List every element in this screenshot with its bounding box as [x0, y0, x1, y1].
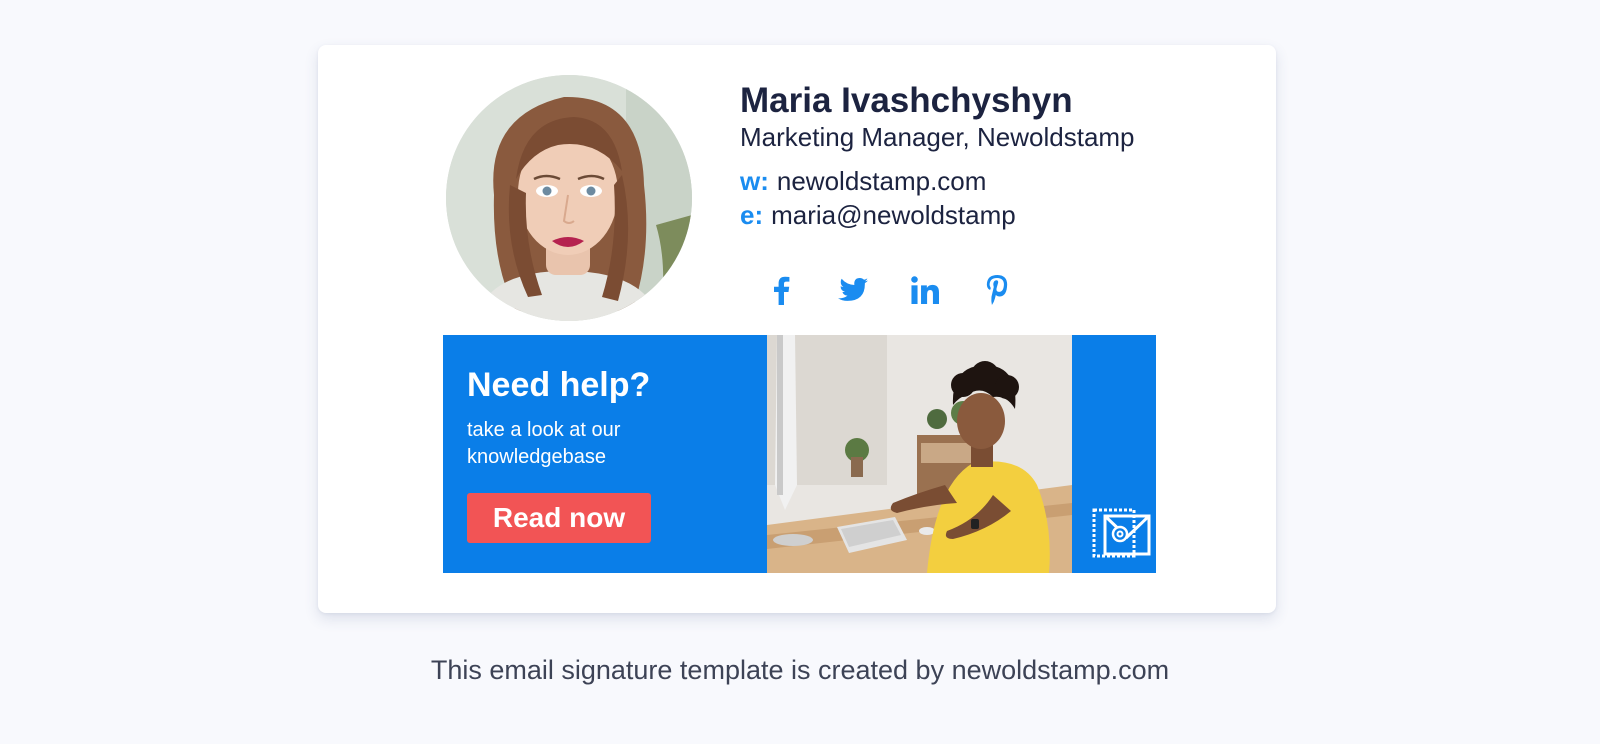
signature-job-title: Marketing Manager, Newoldstamp — [740, 122, 1135, 152]
website-link[interactable]: newoldstamp.com — [777, 166, 987, 196]
pinterest-icon[interactable] — [980, 273, 1014, 307]
banner-subtitle: take a look at our knowledgebase — [467, 419, 621, 468]
email-link[interactable]: maria@newoldstamp — [771, 200, 1016, 230]
signature-card: Maria Ivashchyshyn Marketing Manager, Ne… — [318, 45, 1276, 613]
social-links — [764, 273, 1014, 309]
email-label: e: — [740, 200, 764, 230]
facebook-icon[interactable] — [764, 273, 798, 307]
read-now-button[interactable]: Read now — [467, 493, 651, 543]
promo-banner: Need help? take a look at our knowledgeb… — [443, 335, 1156, 573]
avatar-photo — [446, 75, 692, 321]
banner-photo — [767, 335, 1072, 573]
website-row: w: newoldstamp.com — [740, 165, 986, 197]
avatar — [446, 75, 692, 321]
email-row: e: maria@newoldstamp — [740, 199, 1016, 231]
signature-name: Maria Ivashchyshyn — [740, 81, 1073, 120]
website-label: w: — [740, 166, 769, 196]
newoldstamp-logo-icon — [1091, 507, 1153, 561]
linkedin-icon[interactable] — [908, 273, 942, 307]
footer-caption: This email signature template is created… — [430, 655, 1170, 685]
banner-title: Need help? — [467, 366, 651, 404]
twitter-icon[interactable] — [836, 273, 870, 307]
